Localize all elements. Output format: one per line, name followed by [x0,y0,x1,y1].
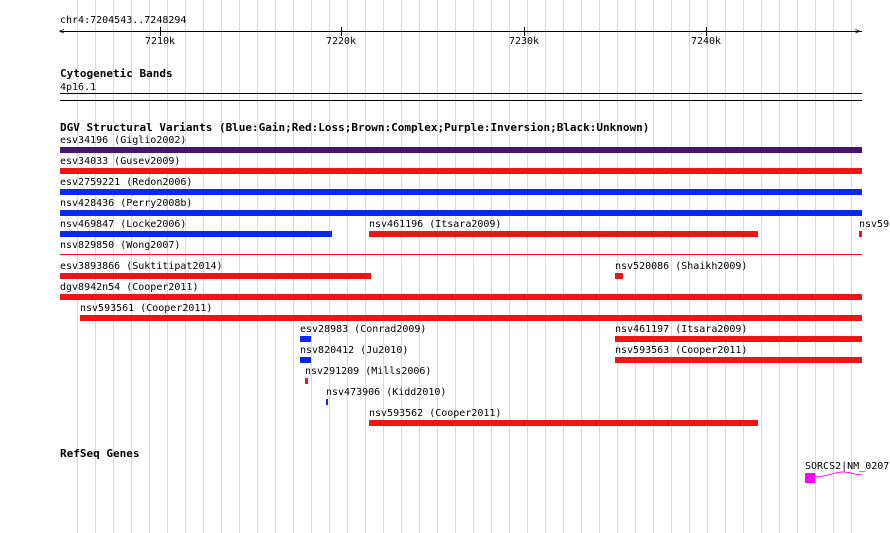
variant-bar-loss[interactable] [60,254,862,255]
variant-bar-loss[interactable] [60,168,862,174]
variant-bar-loss[interactable] [859,231,862,237]
ruler-tick [160,27,161,36]
cytoband-line-bottom [60,100,862,101]
variant-bar-gain[interactable] [326,399,328,405]
variant-label: dgv8942n54 (Cooper2011) [60,282,199,293]
dgv-track-title[interactable]: DGV Structural Variants (Blue:Gain;Red:L… [60,122,649,134]
ruler-axis [60,31,862,32]
locus-label: chr4:7204543..7248294 [60,15,187,26]
genome-browser-canvas: chr4:7204543..7248294 < > 7210k 7220k 72… [0,0,890,533]
variant-bar-loss[interactable] [369,231,758,237]
variant-label: esv3893866 (Suktitipat2014) [60,261,223,272]
variant-label: nsv520086 (Shaikh2009) [615,261,748,272]
variant-bar-loss[interactable] [80,315,862,321]
variant-label: nsv461197 (Itsara2009) [615,324,748,335]
variant-bar-gain[interactable] [60,210,862,216]
variant-label: esv2759221 (Redon2006) [60,177,193,188]
variant-bar-loss[interactable] [615,336,862,342]
ruler-tick-label: 7240k [690,36,722,47]
ruler-tick-label: 7210k [144,36,176,47]
gene-intron-line[interactable] [815,470,863,482]
cytoband-track-title[interactable]: Cytogenetic Bands [60,68,173,80]
variant-label: nsv829850 (Wong2007) [60,240,181,251]
ruler-tick [706,27,707,36]
ruler-tick-label: 7230k [508,36,540,47]
variant-bar-loss[interactable] [305,378,308,384]
ruler-right-arrow: > [855,27,861,37]
variant-label: esv28983 (Conrad2009) [300,324,427,335]
ruler-tick [524,27,525,36]
variant-label: esv34033 (Gusev2009) [60,156,181,167]
variant-bar-inversion[interactable] [60,147,862,153]
variant-label: nsv473906 (Kidd2010) [326,387,447,398]
gene-exon[interactable] [805,473,815,483]
variant-label: esv34196 (Giglio2002) [60,135,187,146]
variant-bar-gain[interactable] [60,189,862,195]
variant-bar-loss[interactable] [60,273,371,279]
ruler-tick-label: 7220k [325,36,357,47]
cytoband-line-top [60,93,862,94]
variant-label: nsv593562 (Cooper2011) [369,408,502,419]
variant-label: nsv593563 (Cooper2011) [615,345,748,356]
variant-bar-loss[interactable] [60,294,862,300]
variant-bar-loss[interactable] [615,273,623,279]
variant-bar-gain[interactable] [60,231,332,237]
cytoband-label: 4p16.1 [60,82,97,93]
refseq-track-title[interactable]: RefSeq Genes [60,448,139,460]
variant-label: nsv593561 (Cooper2011) [80,303,213,314]
variant-label: nsv291209 (Mills2006) [305,366,432,377]
variant-label: nsv469847 (Locke2006) [60,219,187,230]
variant-label: nsv461196 (Itsara2009) [369,219,502,230]
variant-bar-loss[interactable] [615,357,862,363]
variant-bar-gain[interactable] [300,357,311,363]
variant-bar-gain[interactable] [300,336,311,342]
variant-label: nsv820412 (Ju2010) [300,345,409,356]
variant-label: nsv428436 (Perry2008b) [60,198,193,209]
ruler-tick [341,27,342,36]
variant-label: nsv59 [859,219,890,230]
ruler-left-arrow: < [59,27,65,37]
variant-bar-loss[interactable] [369,420,758,426]
